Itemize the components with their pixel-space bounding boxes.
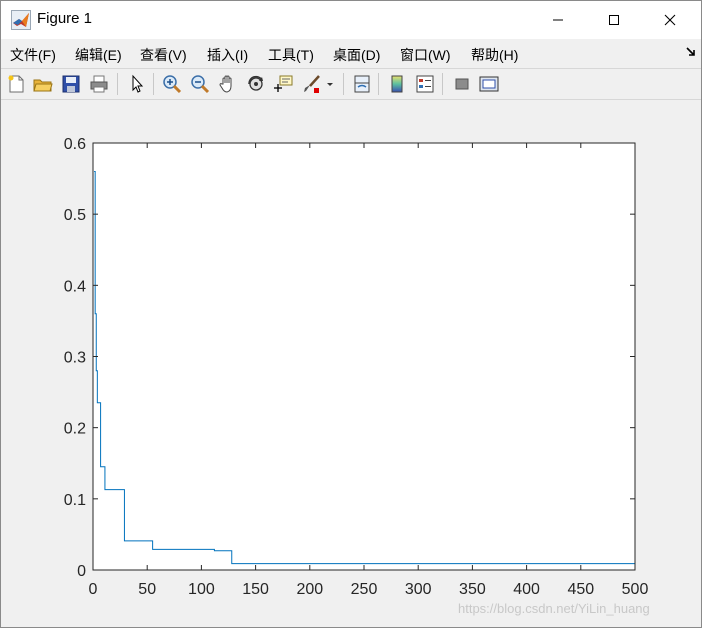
toolbar-separator: [153, 73, 154, 95]
zoom-in-icon: [163, 75, 182, 94]
y-tick-label: 0: [77, 563, 86, 580]
colorbar-button[interactable]: [385, 72, 409, 96]
rotate-3d-icon: [248, 75, 263, 91]
figure-canvas[interactable]: 0 50 100 150 200 250 300 350 400 450 500 0 0.1 0.2 0.3…: [1, 100, 701, 627]
link-plot-icon: [354, 75, 370, 93]
menu-help[interactable]: 帮助(H): [471, 45, 518, 65]
brush-icon: [304, 75, 320, 93]
zoom-out-icon: [191, 75, 210, 94]
y-tick-label: 0.5: [64, 207, 86, 224]
zoom-out-button[interactable]: [188, 72, 212, 96]
print-button[interactable]: [87, 72, 111, 96]
watermark: https://blog.csdn.net/YiLin_huang: [458, 601, 650, 616]
data-cursor-icon: [274, 75, 293, 92]
window-title: Figure 1: [37, 10, 93, 27]
menu-file[interactable]: 文件(F): [10, 45, 56, 65]
menu-edit[interactable]: 编辑(E): [75, 45, 122, 65]
minimize-button[interactable]: [535, 1, 581, 39]
dock-arrow-icon[interactable]: [685, 45, 697, 59]
hide-plot-tools-button[interactable]: [450, 72, 474, 96]
figure-window: Figure 1 文件(F) 编辑(E) 查看(V) 插入(I) 工具(T) 桌…: [0, 0, 702, 628]
maximize-button[interactable]: [591, 1, 637, 39]
minimize-icon: [553, 19, 563, 21]
toolbar-separator: [343, 73, 344, 95]
x-tick-label: 400: [513, 581, 540, 598]
axes[interactable]: 0 50 100 150 200 250 300 350 400 450 500 0 0.1 0.2 0.3…: [64, 136, 649, 598]
x-tick-label: 300: [405, 581, 432, 598]
x-tick-label: 350: [459, 581, 486, 598]
link-plot-button[interactable]: [350, 72, 374, 96]
print-icon: [90, 75, 108, 93]
close-icon: [664, 14, 676, 26]
toolbar-separator: [442, 73, 443, 95]
menu-desktop[interactable]: 桌面(D): [333, 45, 380, 65]
chevron-down-icon: [327, 83, 333, 86]
show-plot-tools-button[interactable]: [477, 72, 501, 96]
brush-dropdown[interactable]: [323, 72, 337, 96]
toolbar-separator: [117, 73, 118, 95]
close-button[interactable]: [647, 1, 693, 39]
pan-button[interactable]: [216, 72, 240, 96]
menu-insert[interactable]: 插入(I): [207, 45, 248, 65]
data-cursor-button[interactable]: [272, 72, 296, 96]
select-button[interactable]: [125, 72, 149, 96]
legend-icon: [416, 75, 434, 93]
menu-view[interactable]: 查看(V): [140, 45, 187, 65]
save-button[interactable]: [59, 72, 83, 96]
x-tick-label: 0: [89, 581, 98, 598]
brush-button[interactable]: [300, 72, 324, 96]
x-tick-label: 100: [188, 581, 215, 598]
hide-plot-tools-icon: [455, 78, 469, 90]
menu-window[interactable]: 窗口(W): [400, 45, 451, 65]
x-tick-label: 450: [567, 581, 594, 598]
toolbar-separator: [378, 73, 379, 95]
save-icon: [62, 75, 80, 93]
maximize-icon: [609, 15, 619, 25]
colorbar-icon: [391, 75, 403, 93]
y-tick-label: 0.3: [64, 350, 86, 367]
y-tick-label: 0.2: [64, 421, 86, 438]
open-file-button[interactable]: [31, 72, 55, 96]
legend-button[interactable]: [413, 72, 437, 96]
x-tick-label: 50: [138, 581, 156, 598]
y-tick-label: 0.1: [64, 492, 86, 509]
x-tick-label: 250: [351, 581, 378, 598]
menu-bar: 文件(F) 编辑(E) 查看(V) 插入(I) 工具(T) 桌面(D) 窗口(W…: [1, 39, 701, 67]
figure-toolbar: [1, 69, 701, 99]
x-tick-label: 200: [296, 581, 323, 598]
menu-tools[interactable]: 工具(T): [268, 45, 314, 65]
open-file-icon: [33, 79, 53, 92]
show-plot-tools-icon: [479, 76, 499, 92]
matlab-logo-icon: [11, 10, 31, 30]
pan-hand-icon: [219, 75, 232, 93]
x-tick-label: 500: [622, 581, 649, 598]
plot-background: [93, 143, 635, 570]
title-bar[interactable]: Figure 1: [1, 1, 701, 39]
y-tick-label: 0.6: [64, 136, 86, 153]
x-tick-label: 150: [242, 581, 269, 598]
plot-canvas[interactable]: 0 50 100 150 200 250 300 350 400 450 500 0 0.1 0.2 0.3…: [1, 100, 701, 627]
zoom-in-button[interactable]: [160, 72, 184, 96]
rotate-3d-button[interactable]: [244, 72, 268, 96]
select-arrow-icon: [132, 74, 144, 93]
new-figure-button[interactable]: [4, 72, 28, 96]
y-tick-label: 0.4: [64, 278, 86, 295]
new-figure-icon: [8, 75, 24, 93]
